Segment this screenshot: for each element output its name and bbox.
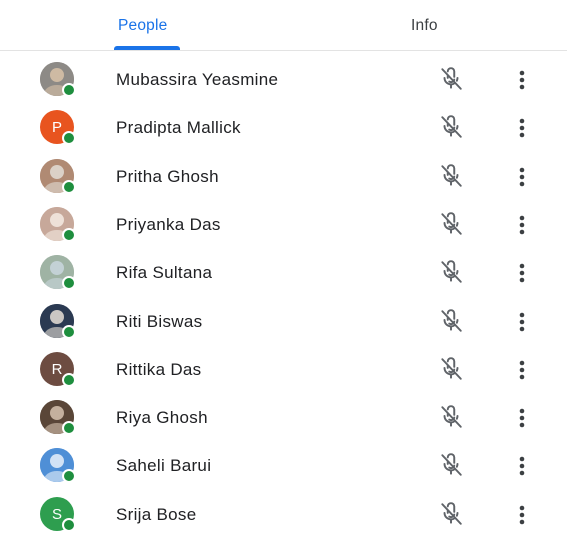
participant-row[interactable]: Pritha Ghosh	[0, 153, 567, 201]
avatar	[40, 448, 76, 483]
mic-off-icon[interactable]	[438, 66, 464, 92]
more-vert-icon[interactable]	[512, 164, 532, 190]
presence-dot	[62, 325, 76, 339]
participant-row[interactable]: Riya Ghosh	[0, 394, 567, 442]
more-vert-icon[interactable]	[512, 67, 532, 93]
participant-name: Priyanka Das	[116, 215, 221, 234]
avatar	[40, 255, 76, 290]
mic-off-icon[interactable]	[438, 404, 464, 430]
tab-people[interactable]: People	[118, 17, 167, 35]
participant-row[interactable]: Mubassira Yeasmine	[0, 56, 567, 104]
presence-dot	[62, 373, 76, 387]
participant-row[interactable]: Priyanka Das	[0, 201, 567, 249]
participant-name: Rifa Sultana	[116, 263, 213, 282]
mic-off-icon[interactable]	[438, 452, 464, 478]
participant-name: Mubassira Yeasmine	[116, 70, 279, 89]
more-vert-icon[interactable]	[512, 453, 532, 479]
more-vert-icon[interactable]	[512, 309, 532, 335]
mic-off-icon[interactable]	[438, 211, 464, 237]
participant-name: Riya Ghosh	[116, 408, 208, 427]
presence-dot	[62, 276, 76, 290]
mic-off-icon[interactable]	[438, 114, 464, 140]
participant-row[interactable]: S Srija Bose	[0, 491, 567, 539]
avatar	[40, 400, 76, 435]
avatar	[40, 207, 76, 242]
avatar	[40, 159, 76, 194]
avatar: S	[40, 497, 76, 532]
participant-row[interactable]: Riti Biswas	[0, 298, 567, 346]
avatar	[40, 62, 76, 97]
more-vert-icon[interactable]	[512, 115, 532, 141]
participant-row[interactable]: R Rittika Das	[0, 346, 567, 394]
avatar	[40, 304, 76, 339]
participant-row[interactable]: P Pradipta Mallick	[0, 104, 567, 152]
more-vert-icon[interactable]	[512, 212, 532, 238]
presence-dot	[62, 421, 76, 435]
presence-dot	[62, 180, 76, 194]
mic-off-icon[interactable]	[438, 308, 464, 334]
tab-indicator	[114, 46, 180, 50]
mic-off-icon[interactable]	[438, 163, 464, 189]
participant-name: Saheli Barui	[116, 456, 212, 475]
presence-dot	[62, 518, 76, 532]
more-vert-icon[interactable]	[512, 502, 532, 528]
more-vert-icon[interactable]	[512, 260, 532, 286]
participant-row[interactable]: Rifa Sultana	[0, 249, 567, 297]
tab-info[interactable]: Info	[411, 17, 438, 35]
participant-row[interactable]: Saheli Barui	[0, 442, 567, 490]
participant-name: Pradipta Mallick	[116, 118, 241, 137]
participant-name: Srija Bose	[116, 505, 197, 524]
presence-dot	[62, 228, 76, 242]
avatar: P	[40, 110, 76, 145]
participant-name: Riti Biswas	[116, 312, 203, 331]
more-vert-icon[interactable]	[512, 357, 532, 383]
participant-name: Pritha Ghosh	[116, 167, 219, 186]
presence-dot	[62, 131, 76, 145]
presence-dot	[62, 469, 76, 483]
avatar: R	[40, 352, 76, 387]
participant-name: Rittika Das	[116, 360, 202, 379]
mic-off-icon[interactable]	[438, 501, 464, 527]
participant-tabs: People Info	[0, 0, 567, 51]
more-vert-icon[interactable]	[512, 405, 532, 431]
presence-dot	[62, 83, 76, 97]
mic-off-icon[interactable]	[438, 356, 464, 382]
mic-off-icon[interactable]	[438, 259, 464, 285]
